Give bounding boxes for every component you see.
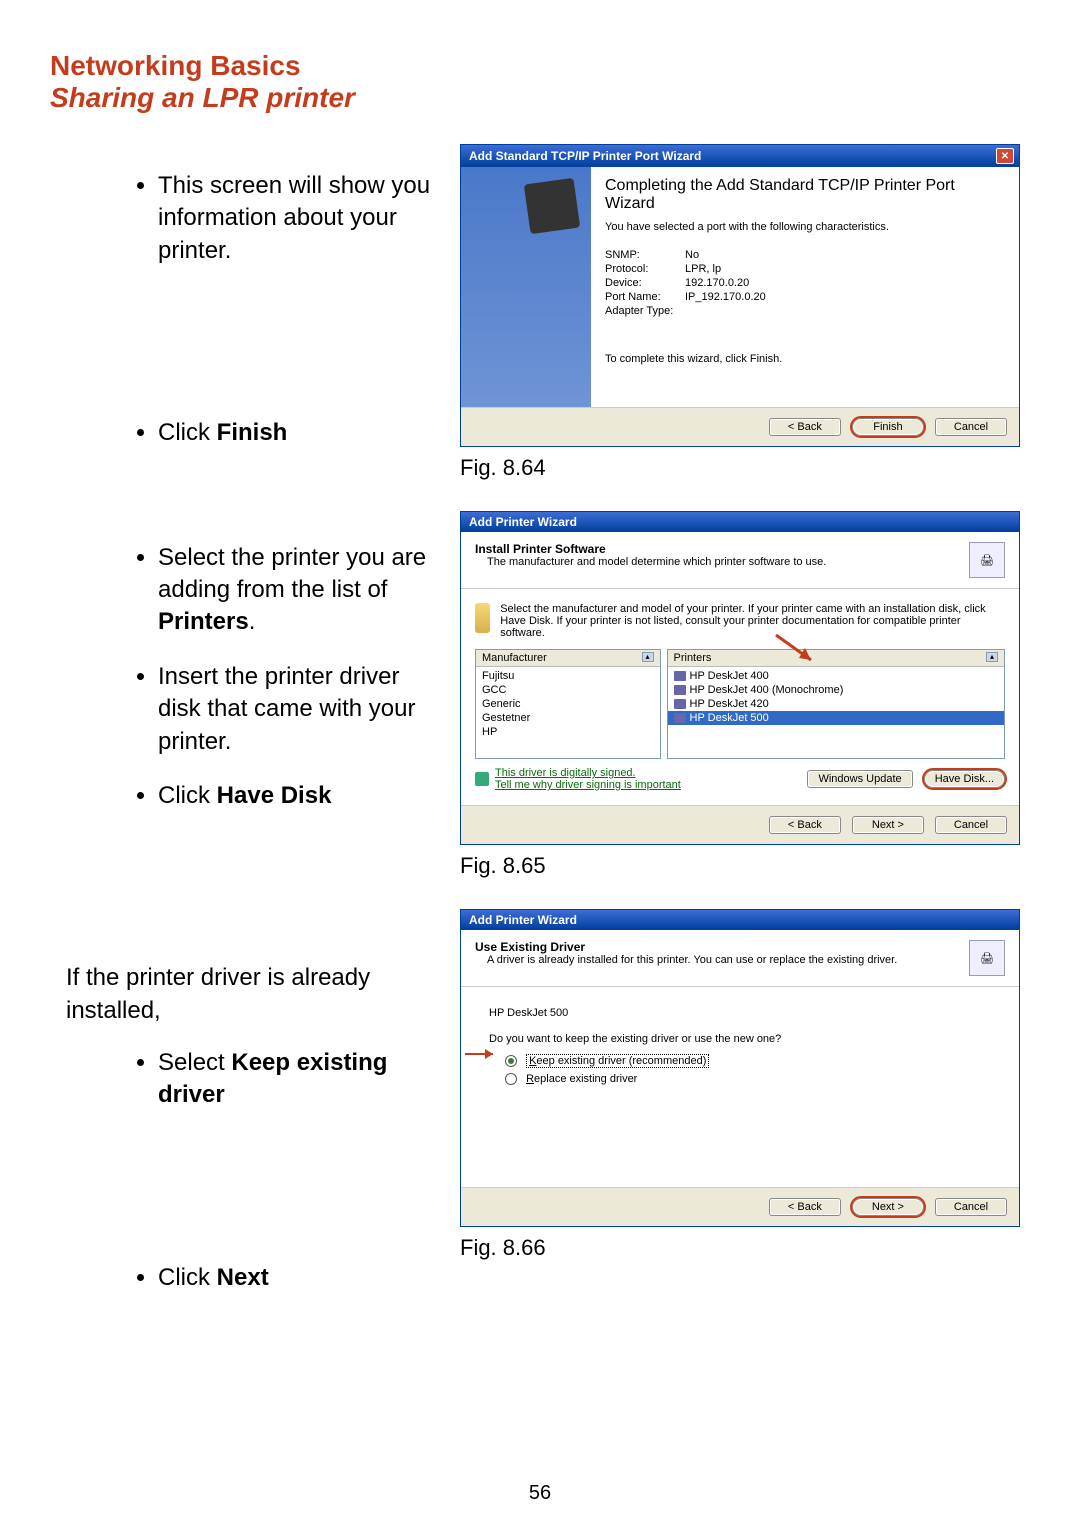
prop-key: Protocol:: [605, 263, 685, 275]
finish-button[interactable]: Finish: [852, 418, 924, 436]
printer-model: HP DeskJet 500: [489, 1007, 1005, 1019]
close-icon[interactable]: ✕: [996, 148, 1014, 164]
list-item[interactable]: HP DeskJet 420: [668, 697, 1005, 711]
back-button[interactable]: < Back: [769, 816, 841, 834]
existing-driver-dialog: Add Printer Wizard Use Existing Driver A…: [460, 909, 1020, 1227]
signed-text: This driver is digitally signed.: [495, 767, 681, 779]
back-button[interactable]: < Back: [769, 418, 841, 436]
next-button[interactable]: Next >: [852, 1198, 924, 1216]
figure-caption: Fig. 8.66: [460, 1235, 1020, 1261]
wizard-sidebar-image: [461, 167, 591, 407]
question-text: Do you want to keep the existing driver …: [489, 1033, 1005, 1045]
printer-icon: [524, 178, 580, 234]
prop-key: Adapter Type:: [605, 305, 685, 317]
prop-key: Device:: [605, 277, 685, 289]
heading-title: Networking Basics: [50, 50, 1030, 82]
printer-icon: 🖨: [969, 542, 1005, 578]
manufacturer-list[interactable]: Manufacturer ▴ Fujitsu GCC Generic Gestet…: [475, 649, 661, 759]
prop-val: IP_192.170.0.20: [685, 291, 766, 303]
heading-sub: Sharing an LPR printer: [50, 82, 1030, 114]
wizard-subtext: You have selected a port with the follow…: [605, 221, 1007, 233]
radio-replace-driver[interactable]: [505, 1073, 517, 1085]
prop-val: 192.170.0.20: [685, 277, 749, 289]
cancel-button[interactable]: Cancel: [935, 816, 1007, 834]
figure-caption: Fig. 8.64: [460, 455, 1020, 481]
annotation-arrow-icon: [463, 1046, 499, 1062]
cancel-button[interactable]: Cancel: [935, 1198, 1007, 1216]
wizard-complete-text: To complete this wizard, click Finish.: [605, 353, 1007, 365]
disk-icon: [475, 603, 490, 633]
radio-label: Replace existing driver: [526, 1073, 637, 1085]
port-wizard-dialog: Add Standard TCP/IP Printer Port Wizard …: [460, 144, 1020, 447]
printer-icon: [674, 699, 686, 709]
dialog-title: Add Printer Wizard: [469, 515, 577, 529]
printers-list[interactable]: Printers ▴ HP DeskJet 400 HP DeskJet 400 …: [667, 649, 1006, 759]
printer-icon: 🖨: [969, 940, 1005, 976]
header-title: Install Printer Software: [475, 542, 826, 556]
wizard-heading: Completing the Add Standard TCP/IP Print…: [605, 177, 1007, 213]
page-number: 56: [0, 1482, 1080, 1505]
windows-update-button[interactable]: Windows Update: [807, 770, 912, 788]
list-item[interactable]: HP DeskJet 400 (Monochrome): [668, 683, 1005, 697]
info-text: Select the manufacturer and model of you…: [500, 603, 1005, 639]
figure-caption: Fig. 8.65: [460, 853, 1020, 879]
radio-keep-driver[interactable]: [505, 1055, 517, 1067]
scroll-up-icon[interactable]: ▴: [642, 652, 654, 662]
instructions-column: This screen will show you information ab…: [50, 144, 440, 1316]
list-item[interactable]: HP DeskJet 400: [668, 669, 1005, 683]
back-button[interactable]: < Back: [769, 1198, 841, 1216]
instruction-item: Click Next: [158, 1262, 440, 1294]
header-subtitle: The manufacturer and model determine whi…: [487, 556, 826, 568]
prop-key: SNMP:: [605, 249, 685, 261]
instruction-item: Select the printer you are adding from t…: [158, 542, 440, 639]
screenshots-column: Add Standard TCP/IP Printer Port Wizard …: [460, 144, 1020, 1316]
instruction-item: Click Finish: [158, 417, 440, 449]
list-item[interactable]: Fujitsu: [476, 669, 660, 683]
instruction-item: Select Keep existing driver: [158, 1047, 440, 1112]
radio-label: Keep existing driver (recommended): [526, 1054, 709, 1068]
list-item[interactable]: Generic: [476, 697, 660, 711]
prop-val: No: [685, 249, 699, 261]
annotation-arrow-icon: [771, 630, 821, 668]
column-header: Printers: [674, 652, 712, 664]
column-header: Manufacturer: [482, 652, 547, 664]
instruction-item: Insert the printer driver disk that came…: [158, 661, 440, 758]
signing-link[interactable]: Tell me why driver signing is important: [495, 779, 681, 791]
printer-icon: [674, 713, 686, 723]
printer-icon: [674, 671, 686, 681]
dialog-title: Add Printer Wizard: [469, 913, 577, 927]
shield-icon: [475, 772, 489, 786]
list-item[interactable]: GCC: [476, 683, 660, 697]
printer-icon: [674, 685, 686, 695]
list-item[interactable]: Gestetner: [476, 711, 660, 725]
list-item-selected[interactable]: HP DeskJet 500: [668, 711, 1005, 725]
list-item[interactable]: HP: [476, 725, 660, 739]
prop-key: Port Name:: [605, 291, 685, 303]
dialog-title: Add Standard TCP/IP Printer Port Wizard: [469, 149, 701, 163]
instruction-item: This screen will show you information ab…: [158, 170, 440, 267]
header-title: Use Existing Driver: [475, 940, 897, 954]
header-subtitle: A driver is already installed for this p…: [487, 954, 897, 966]
instruction-item: Click Have Disk: [158, 780, 440, 812]
cancel-button[interactable]: Cancel: [935, 418, 1007, 436]
have-disk-button[interactable]: Have Disk...: [924, 770, 1005, 788]
next-button[interactable]: Next >: [852, 816, 924, 834]
add-printer-wizard-dialog: Add Printer Wizard Install Printer Softw…: [460, 511, 1020, 845]
prop-val: LPR, lp: [685, 263, 721, 275]
instruction-note: If the printer driver is already install…: [66, 962, 440, 1027]
scroll-up-icon[interactable]: ▴: [986, 652, 998, 662]
